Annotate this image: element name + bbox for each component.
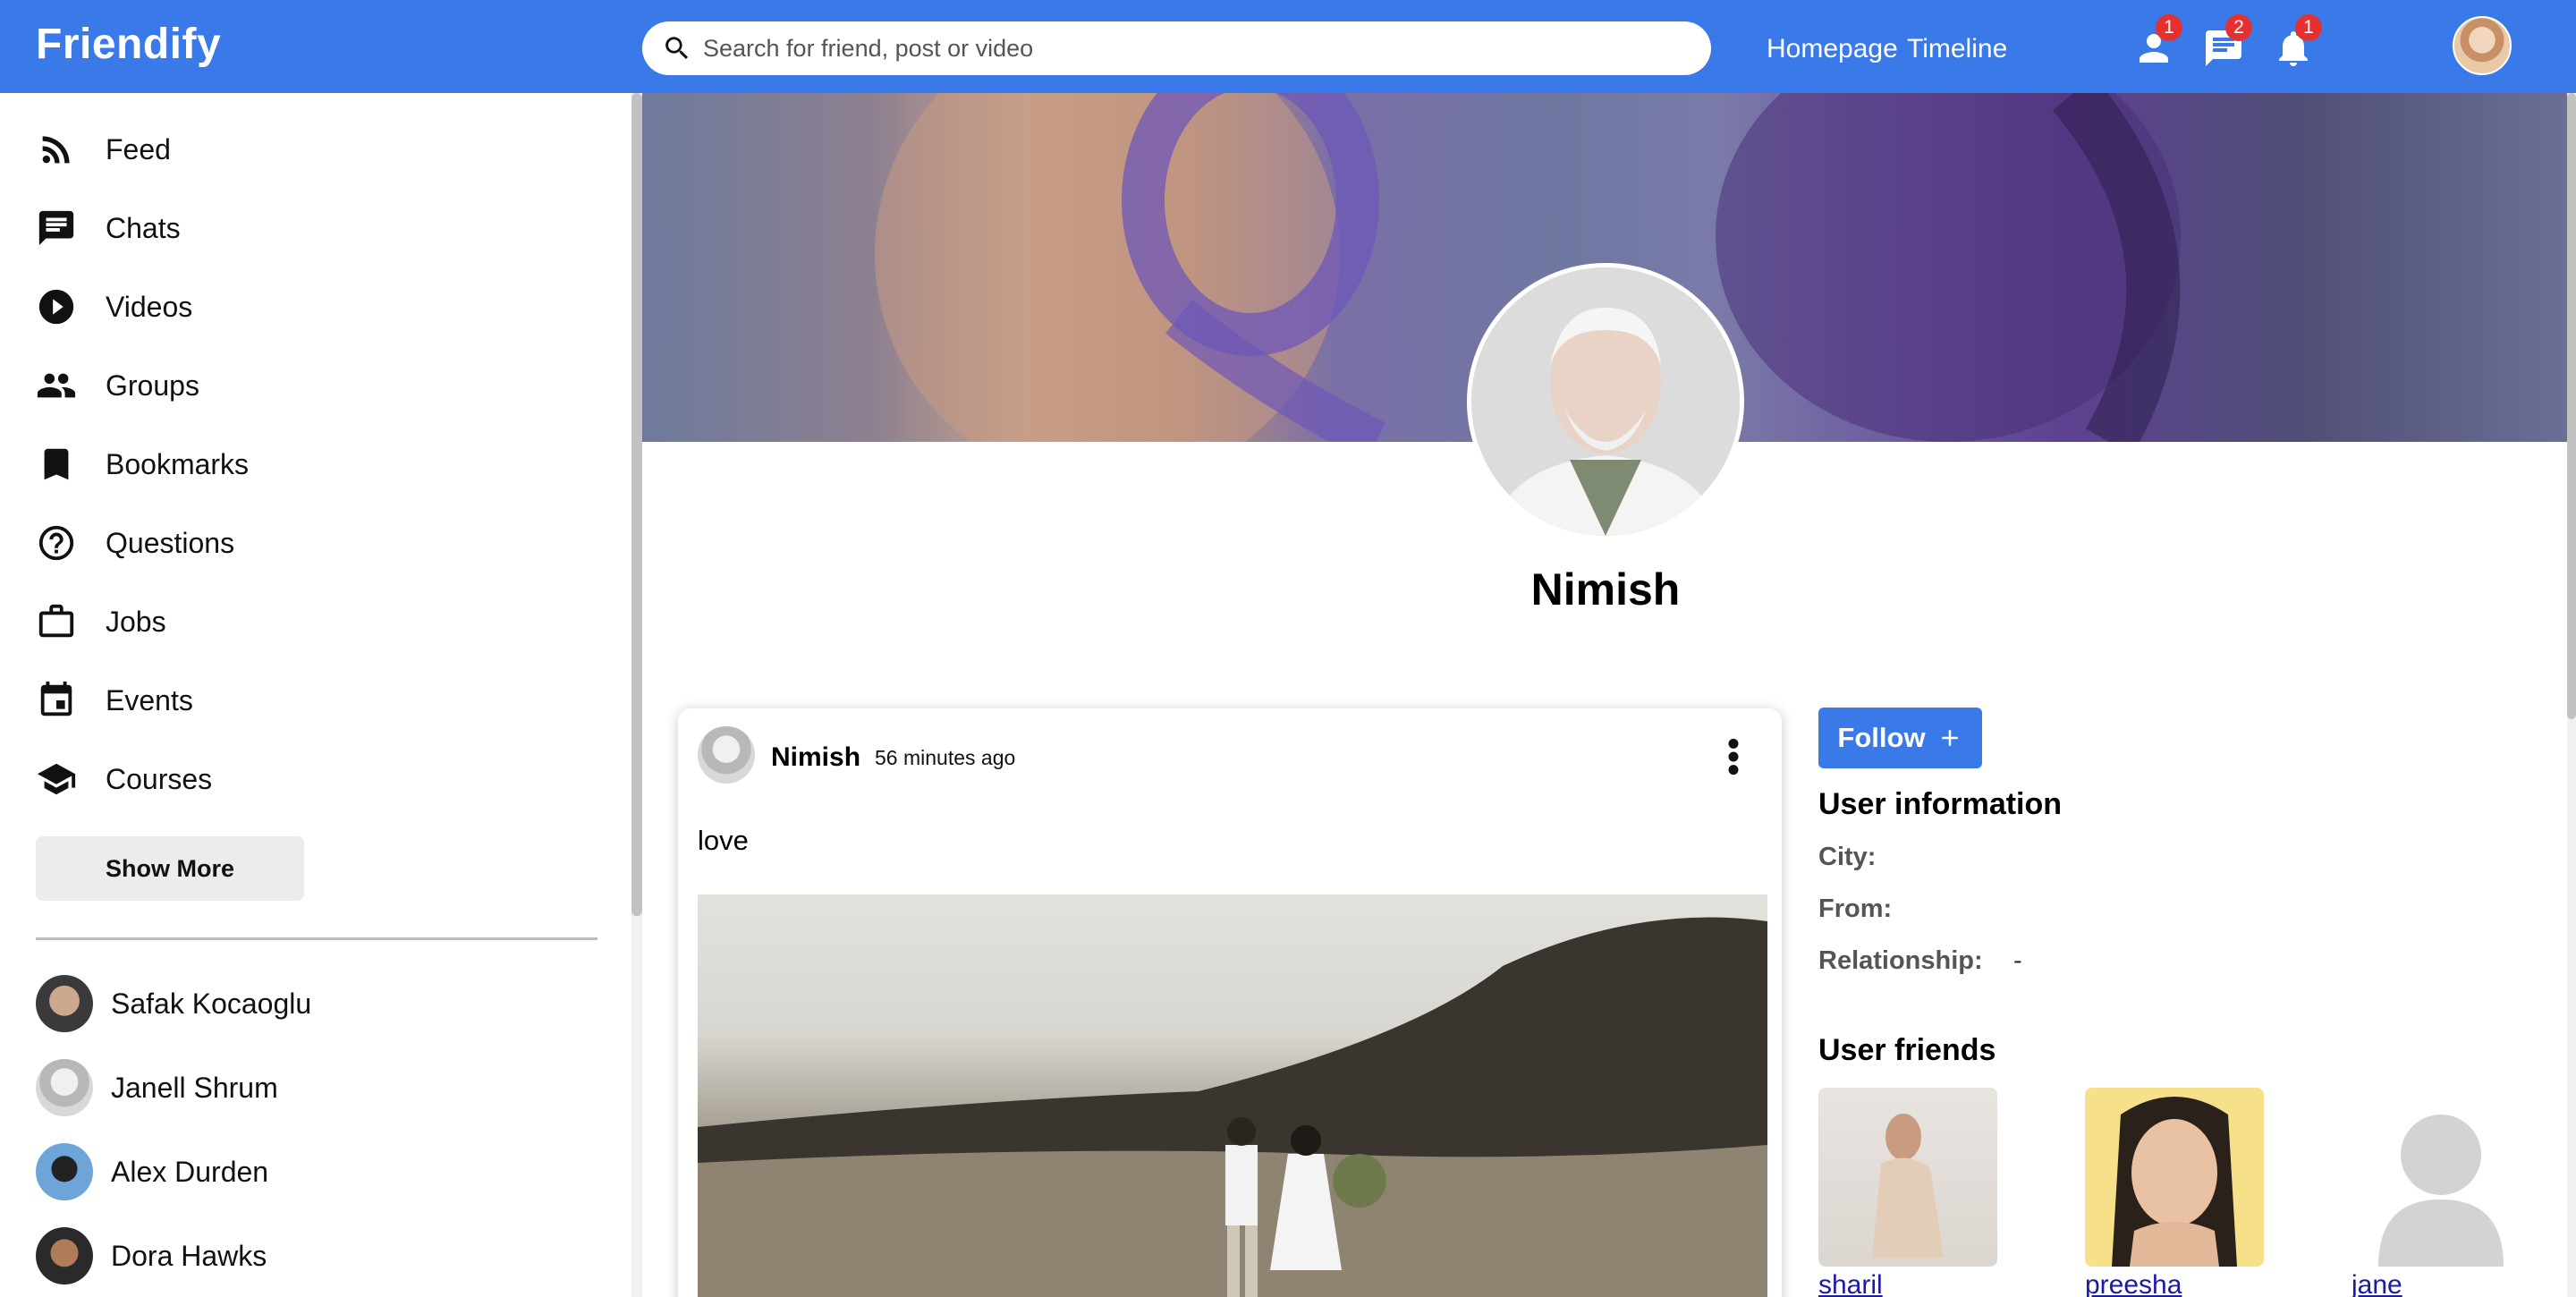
user-friend-jane[interactable]: jane — [2351, 1088, 2530, 1297]
follow-button-label: Follow — [1837, 722, 1926, 753]
search-icon — [665, 37, 689, 60]
friend-item-safak[interactable]: Safak Kocaoglu — [36, 975, 311, 1032]
friend-photo-art — [2112, 1097, 2237, 1267]
info-relationship-label: Relationship: — [1818, 946, 1983, 975]
post-card: Nimish 56 minutes ago love — [678, 708, 1782, 1297]
chat-icon — [38, 210, 74, 246]
post-timestamp: 56 minutes ago — [875, 746, 1016, 769]
sidebar-item-label: Chats — [106, 211, 181, 244]
info-from-label: From: — [1818, 894, 1893, 923]
nav-link-timeline[interactable]: Timeline — [1907, 34, 2007, 64]
friend-item-alex[interactable]: Alex Durden — [36, 1143, 268, 1200]
search-input[interactable] — [703, 34, 1687, 63]
post-text: love — [698, 825, 749, 856]
info-relationship-value: - — [2013, 946, 2022, 975]
user-friend-name[interactable]: sharil — [1818, 1270, 1997, 1297]
user-friend-name[interactable]: preesha — [2085, 1270, 2264, 1297]
main-scrollbar-thumb[interactable] — [2567, 93, 2576, 719]
sidebar-item-label: Groups — [106, 369, 199, 402]
profile-photo — [1471, 267, 1740, 536]
info-row-city: City: — [1818, 843, 1876, 872]
sidebar-item-courses[interactable]: Courses — [36, 752, 212, 806]
search-bar[interactable] — [642, 21, 1711, 75]
plus-icon — [1941, 730, 1958, 746]
more-vert-icon[interactable] — [1724, 737, 1742, 776]
sidebar-item-label: Questions — [106, 526, 235, 559]
person-placeholder-icon — [2378, 1115, 2504, 1267]
friend-photo-art — [1872, 1114, 1944, 1258]
sidebar-item-label: Bookmarks — [106, 447, 250, 480]
post-author-avatar[interactable] — [698, 726, 755, 784]
sidebar-item-jobs[interactable]: Jobs — [36, 595, 166, 648]
friend-requests-badge: 1 — [2156, 14, 2182, 41]
user-friend-name[interactable]: jane — [2351, 1270, 2530, 1297]
notifications-badge: 1 — [2295, 14, 2322, 41]
top-bar: Friendify Homepage Timeline 1 2 1 — [0, 0, 2576, 93]
sidebar-item-label: Courses — [106, 762, 213, 795]
sidebar-item-videos[interactable]: Videos — [36, 280, 192, 334]
sidebar-item-label: Events — [106, 683, 193, 716]
group-icon — [37, 373, 76, 398]
user-friend-sharil[interactable]: sharil — [1818, 1088, 1997, 1297]
show-more-button[interactable]: Show More — [36, 836, 304, 901]
user-friends-title: User friends — [1818, 1033, 1996, 1067]
sidebar-divider — [36, 937, 597, 940]
user-friend-photo[interactable] — [2085, 1088, 2264, 1267]
sidebar-item-label: Feed — [106, 132, 171, 165]
sidebar-item-feed[interactable]: Feed — [36, 123, 171, 176]
post-image[interactable] — [698, 894, 1767, 1297]
user-friend-preesha[interactable]: preesha — [2085, 1088, 2264, 1297]
notifications-button[interactable]: 1 — [2272, 14, 2322, 72]
sidebar-item-bookmarks[interactable]: Bookmarks — [36, 437, 249, 491]
user-friend-photo[interactable] — [1818, 1088, 1997, 1267]
rss-feed-icon — [42, 136, 70, 164]
app-logo[interactable]: Friendify — [36, 20, 221, 69]
user-information-title: User information — [1818, 787, 2063, 821]
avatar — [36, 975, 93, 1032]
avatar — [36, 1059, 93, 1116]
info-city-label: City: — [1818, 843, 1877, 871]
help-circle-icon — [38, 525, 74, 561]
play-circle-icon — [38, 289, 74, 325]
sidebar-item-groups[interactable]: Groups — [36, 359, 199, 412]
default-avatar-icon[interactable] — [2351, 1088, 2530, 1267]
profile-name: Nimish — [1530, 564, 1681, 615]
friend-name: Janell Shrum — [111, 1071, 278, 1104]
sidebar-item-label: Jobs — [106, 605, 166, 638]
current-user-avatar[interactable] — [2453, 16, 2512, 75]
friend-name: Safak Kocaoglu — [111, 987, 312, 1020]
briefcase-icon — [38, 604, 74, 638]
bookmark-icon — [44, 448, 69, 480]
nav-link-homepage[interactable]: Homepage — [1767, 34, 1898, 64]
post-author-name[interactable]: Nimish — [771, 742, 860, 773]
sidebar-item-questions[interactable]: Questions — [36, 516, 234, 570]
friend-item-dora[interactable]: Dora Hawks — [36, 1227, 267, 1284]
friend-item-janell[interactable]: Janell Shrum — [36, 1059, 278, 1116]
profile-avatar — [1467, 263, 1744, 540]
avatar — [36, 1143, 93, 1200]
sidebar-item-events[interactable]: Events — [36, 674, 193, 727]
calendar-icon — [40, 681, 72, 716]
post-photo — [698, 917, 1767, 1297]
friend-name: Dora Hawks — [111, 1239, 267, 1272]
follow-button[interactable]: Follow — [1818, 708, 1982, 768]
messages-button[interactable]: 2 — [2202, 14, 2252, 72]
info-row-relationship: Relationship: - — [1818, 946, 2022, 976]
friend-requests-button[interactable]: 1 — [2132, 14, 2182, 72]
messages-badge: 2 — [2225, 14, 2252, 41]
sidebar-item-chats[interactable]: Chats — [36, 201, 181, 255]
avatar — [36, 1227, 93, 1284]
sidebar-scrollbar-thumb[interactable] — [631, 93, 642, 916]
friend-name: Alex Durden — [111, 1155, 269, 1188]
info-row-from: From: — [1818, 894, 1892, 924]
school-icon — [37, 763, 76, 795]
sidebar-item-label: Videos — [106, 290, 193, 323]
